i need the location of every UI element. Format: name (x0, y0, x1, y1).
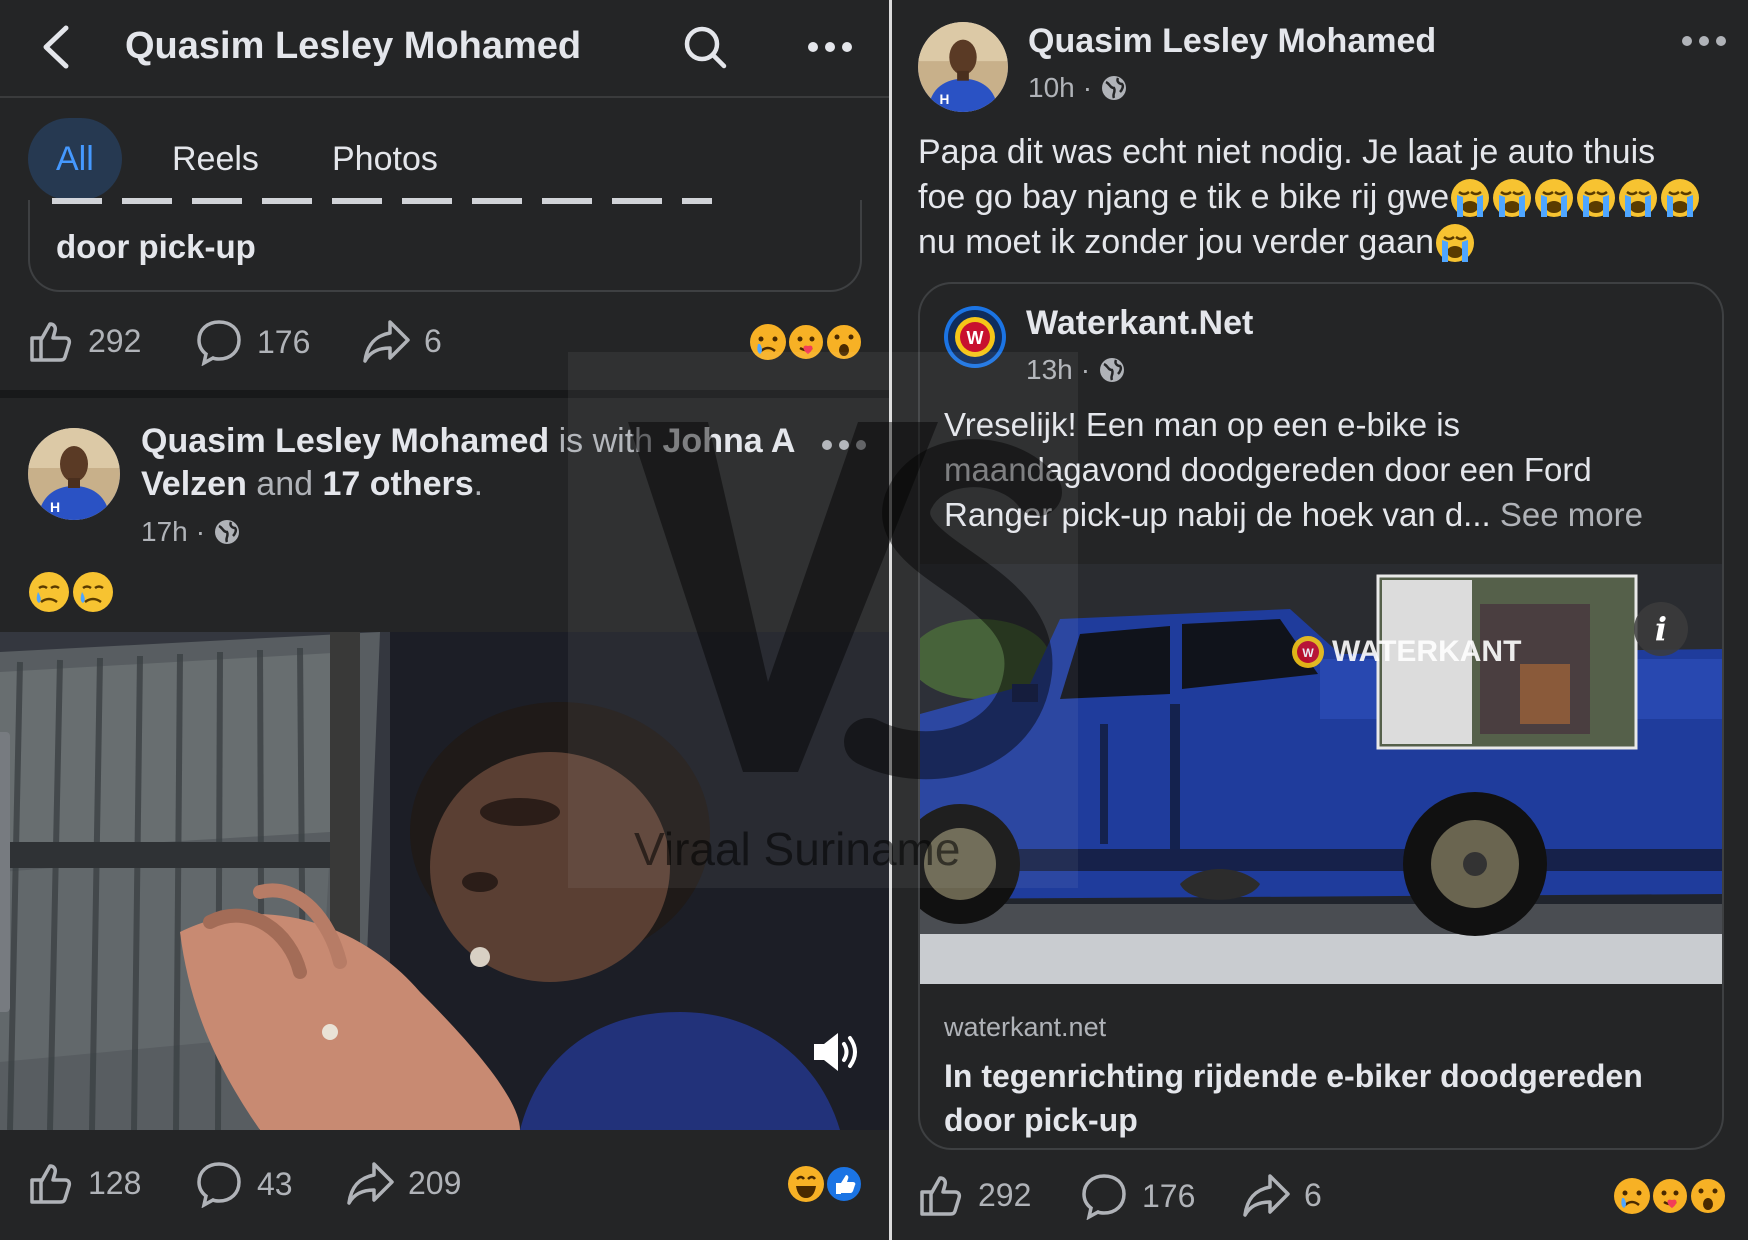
reaction-icons[interactable] (748, 322, 864, 362)
link-title[interactable]: In tegenrichting rijdende e-biker doodge… (944, 1054, 1714, 1142)
volume-icon[interactable] (810, 1030, 862, 1074)
share-icon (347, 1162, 394, 1205)
post-text: Papa dit was echt niet nodig. Je laat je… (918, 130, 1738, 265)
shared-text-line: maandagavond doodgereden door een Ford (944, 451, 1592, 488)
with-text: is with (558, 422, 654, 460)
loudly-crying-face-icon (1435, 223, 1474, 262)
comment-count: 43 (257, 1165, 293, 1202)
reaction-icons[interactable] (1612, 1176, 1728, 1216)
comment-icon (197, 320, 241, 366)
link-preview-card[interactable]: door pick-up (28, 198, 862, 292)
thumbs-up-icon (30, 1164, 72, 1204)
author-name-link[interactable]: Quasim Lesley Mohamed (141, 422, 549, 460)
comment-button[interactable]: 43 (195, 1160, 293, 1208)
thumbs-up-icon (30, 322, 72, 362)
page-avatar[interactable]: W (944, 306, 1006, 368)
more-options-icon[interactable] (808, 42, 852, 52)
shared-post-card[interactable]: W Waterkant.Net 13h · Vreselijk! Een man … (918, 282, 1724, 1150)
page-name-link[interactable]: Waterkant.Net (1026, 304, 1253, 343)
waterkant-logo-icon: W (1292, 636, 1324, 668)
share-count: 209 (408, 1164, 462, 1201)
tab-reels[interactable]: Reels (144, 118, 287, 200)
thumbs-up-icon (920, 1176, 962, 1216)
share-button[interactable]: 6 (1242, 1172, 1322, 1218)
comment-count: 176 (1142, 1177, 1196, 1214)
post-time: 10h (1028, 72, 1075, 103)
crying-face-icon (29, 572, 113, 612)
article-image[interactable]: W WATERKANT i (920, 564, 1722, 984)
and-text: and (256, 465, 314, 503)
author-avatar[interactable]: H (28, 428, 120, 520)
profile-title: Quasim Lesley Mohamed (125, 25, 582, 67)
back-arrow-icon[interactable] (40, 24, 70, 70)
left-screen: Quasim Lesley Mohamed All Reels Photos d… (0, 0, 889, 1240)
post-menu-icon[interactable] (822, 440, 866, 450)
like-count: 292 (978, 1176, 1032, 1213)
post-video[interactable] (0, 632, 889, 1130)
others-link[interactable]: 17 others (322, 465, 473, 503)
shared-meta: 13h · (1026, 354, 1126, 386)
like-count: 128 (88, 1164, 142, 1201)
tab-photos[interactable]: Photos (304, 118, 466, 200)
like-button[interactable]: 128 (28, 1160, 141, 1206)
post-time: 17h (141, 516, 188, 547)
share-button[interactable]: 209 (346, 1160, 461, 1206)
like-button[interactable]: 292 (918, 1172, 1031, 1218)
author-avatar[interactable]: H (918, 22, 1008, 112)
tab-all[interactable]: All (28, 118, 122, 200)
post-text-line: nu moet ik zonder jou verder gaan (918, 223, 1434, 261)
like-button[interactable]: 292 (28, 318, 141, 364)
comment-button[interactable]: 176 (195, 318, 310, 366)
share-count: 6 (424, 322, 442, 359)
waterkant-watermark: W WATERKANT (1290, 634, 1521, 670)
comment-icon (1082, 1174, 1126, 1220)
svg-text:W: W (967, 328, 984, 348)
waterkant-logo-icon: W (948, 310, 1002, 364)
svg-text:H: H (940, 92, 950, 107)
period-text: . (473, 465, 484, 503)
comment-button[interactable]: 176 (1080, 1172, 1195, 1220)
shared-text-line: Vreselijk! Een man op een e-bike is (944, 406, 1461, 443)
search-icon[interactable] (682, 24, 728, 70)
see-more-link[interactable]: See more (1500, 496, 1643, 533)
post-menu-icon[interactable] (1682, 36, 1726, 46)
comment-count: 176 (257, 323, 311, 360)
info-icon[interactable]: i (1634, 602, 1688, 656)
globe-icon (215, 520, 240, 544)
share-icon (363, 320, 410, 363)
post-emoji-text (28, 570, 118, 619)
globe-icon (1100, 358, 1125, 382)
globe-icon (1102, 76, 1127, 100)
link-title-line: In tegenrichting rijdende e-biker doodge… (944, 1058, 1643, 1094)
reaction-icons[interactable] (786, 1164, 866, 1204)
post-separator (0, 390, 889, 398)
author-name-link[interactable]: Quasim Lesley Mohamed (1028, 22, 1436, 61)
shared-text-line: Ranger pick-up nabij de hoek van d... (944, 496, 1491, 533)
post-text-line: foe go bay njang e tik e bike rij gwe (918, 178, 1450, 216)
post-meta: 10h · (1028, 72, 1128, 104)
post-header-text: Quasim Lesley Mohamed is with Johna A Ve… (141, 420, 821, 506)
svg-text:W: W (1302, 646, 1314, 660)
shared-text: Vreselijk! Een man op een e-bike is maan… (944, 402, 1714, 537)
share-count: 6 (1304, 1176, 1322, 1213)
post-meta: 17h · (141, 516, 241, 548)
share-icon (1243, 1174, 1290, 1217)
post-text-line: Papa dit was echt niet nodig. Je laat je… (918, 133, 1656, 171)
link-title: door pick-up (56, 228, 256, 265)
scroll-indicator (0, 732, 10, 1012)
share-button[interactable]: 6 (362, 318, 442, 364)
shared-time: 13h (1026, 354, 1073, 385)
loudly-crying-face-icon (1451, 177, 1701, 218)
svg-text:H: H (50, 499, 60, 515)
right-screen: H Quasim Lesley Mohamed 10h · Papa dit wa… (892, 0, 1748, 1240)
comment-icon (197, 1162, 241, 1208)
link-domain: waterkant.net (944, 1012, 1107, 1042)
like-count: 292 (88, 322, 142, 359)
clipped-text-line (52, 194, 712, 206)
watermark-text: WATERKANT (1332, 635, 1522, 668)
top-bar: Quasim Lesley Mohamed (0, 0, 889, 98)
link-title-line: door pick-up (944, 1102, 1138, 1138)
